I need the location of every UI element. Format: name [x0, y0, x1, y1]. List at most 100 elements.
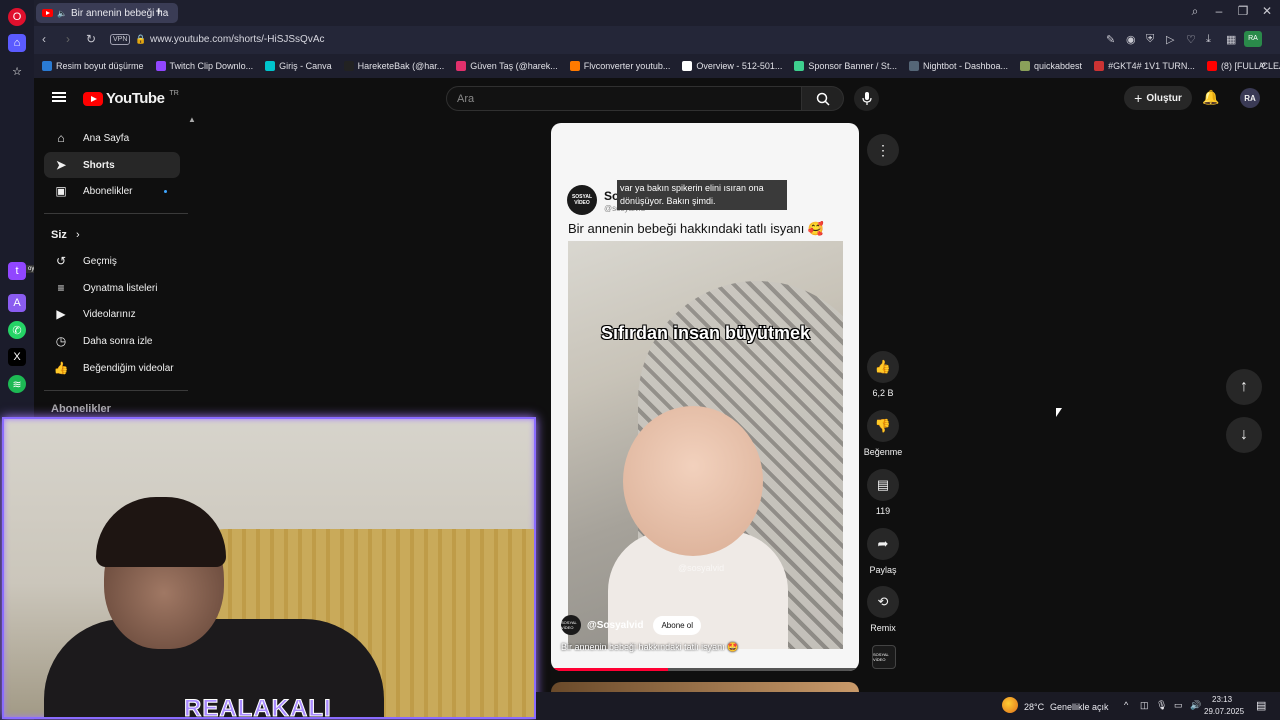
opera-logo-icon[interactable]: O [8, 8, 26, 26]
sidebar-item-liked[interactable]: 👍 Beğendiğim videolar [44, 355, 180, 381]
remix-action[interactable]: ⟲ Remix [867, 586, 899, 633]
share-action[interactable]: ➦ Paylaş [867, 528, 899, 575]
sidebar-item-label: Videolarınız [83, 308, 136, 320]
notifications-icon[interactable]: 🔔 [1202, 89, 1219, 106]
taskbar: 28°C Genellikle açık ^ ◫ 🎙 ▭ 🔊 23:13 29.… [536, 692, 1280, 720]
sidebar-item-shorts[interactable]: ➤ Shorts [44, 152, 180, 178]
share-icon[interactable]: ➦ [867, 528, 899, 560]
dislike-icon[interactable]: 👎 [867, 410, 899, 442]
twitch-icon[interactable]: t [8, 262, 26, 280]
short-player[interactable]: SOSYAL VİDEO So @sosyalvid var ya bakın … [551, 123, 859, 671]
channel-logo[interactable]: SOSYAL VİDEO [567, 185, 597, 215]
bookmark-item[interactable]: Giriş - Canva [265, 61, 332, 71]
weather-description[interactable]: Genellikle açık [1050, 702, 1109, 712]
bookmark-item[interactable]: Flvconverter youtub... [569, 61, 670, 71]
mic-tray-icon[interactable]: 🎙 [1156, 700, 1167, 711]
subscribe-button[interactable]: Abone ol [653, 615, 702, 635]
spotify-icon[interactable]: ≋ [8, 375, 26, 393]
voice-search-button[interactable] [854, 86, 879, 111]
remix-icon[interactable]: ⟲ [867, 586, 899, 618]
you-section-header[interactable]: Siz › [51, 229, 80, 241]
comment-icon[interactable]: ▤ [867, 469, 899, 501]
sidebar-item-label: Geçmiş [83, 255, 117, 267]
mute-icon[interactable]: 🔈 [57, 9, 67, 18]
extensions-icon[interactable]: ▦ [1226, 33, 1236, 46]
more-options-icon[interactable]: ⋮ [867, 134, 899, 166]
sidebar-item-history[interactable]: ↺ Geçmiş [44, 248, 180, 274]
like-icon[interactable]: 👍 [867, 351, 899, 383]
search-button[interactable] [802, 86, 844, 111]
bookmark-item[interactable]: Güven Taş (@harek... [456, 61, 558, 71]
minimize-icon[interactable]: – [1210, 4, 1228, 18]
clock-time[interactable]: 23:13 [1212, 695, 1232, 704]
bookmark-item[interactable]: #GKT4# 1V1 TURN... [1094, 61, 1195, 71]
notification-icon[interactable]: ▤ [1256, 699, 1266, 712]
lock-icon[interactable]: 🔒 [135, 34, 146, 45]
create-button[interactable]: + Oluştur [1124, 86, 1192, 110]
player-icon[interactable]: ▷ [1166, 33, 1174, 46]
tray-app-icon[interactable]: ◫ [1140, 700, 1149, 711]
vpn-badge[interactable]: VPN [110, 34, 131, 45]
network-icon[interactable]: ▭ [1174, 700, 1183, 711]
reload-icon[interactable]: ↻ [86, 32, 96, 46]
video-frame[interactable]: Sıfırdan insan büyütmek @sosyalvid [568, 241, 843, 649]
like-action[interactable]: 👍 6,2 B [867, 351, 899, 398]
bookmark-favicon-icon [456, 61, 467, 71]
comments-action[interactable]: ▤ 119 [867, 469, 899, 516]
menu-icon[interactable] [52, 92, 66, 102]
youtube-logo[interactable]: YouTube TR [83, 90, 179, 107]
sidebar-item-watch-later[interactable]: ◷ Daha sonra izle [44, 328, 180, 354]
forward-icon[interactable]: › [66, 32, 70, 46]
streamer-name: REALAKALI [184, 695, 332, 719]
new-tab-icon[interactable]: + [150, 4, 168, 18]
scroll-up-icon[interactable]: ▲ [188, 115, 196, 124]
bookmark-item[interactable]: HareketeBak (@har... [343, 61, 444, 71]
sidebar-item-playlists[interactable]: ≡ Oynatma listeleri [44, 275, 180, 301]
bookmark-item[interactable]: Resim boyut düşürme [42, 61, 144, 71]
aria-icon[interactable]: A [8, 294, 26, 312]
search-input[interactable]: Ara [446, 86, 802, 111]
shield-icon[interactable]: ⛨ [1146, 33, 1154, 46]
bookmarks-overflow-icon[interactable]: » [1260, 59, 1266, 71]
heart-icon[interactable]: ♡ [1186, 33, 1196, 46]
camera-icon[interactable]: ◉ [1126, 33, 1136, 46]
subscriptions-section-header: Abonelikler [51, 403, 111, 415]
next-short-button[interactable]: ↓ [1226, 417, 1262, 453]
bookmark-item[interactable]: (8) [FULL/CLEAN AU... [1206, 61, 1280, 71]
progress-bar[interactable] [551, 668, 859, 671]
dislike-action[interactable]: 👎 Beğenme [864, 410, 902, 457]
download-icon[interactable]: ⤓ [1206, 33, 1211, 46]
previous-short-button[interactable]: ↑ [1226, 369, 1262, 405]
star-icon[interactable]: ☆ [8, 62, 26, 80]
sidebar-item-subscriptions[interactable]: ▣ Abonelikler [44, 178, 180, 204]
volume-icon[interactable]: 🔊 [1190, 700, 1201, 711]
tray-chevron-icon[interactable]: ^ [1124, 700, 1128, 710]
bookmark-item[interactable]: Twitch Clip Downlo... [155, 61, 253, 71]
clock-date[interactable]: 29.07.2025 [1204, 707, 1244, 716]
edit-icon[interactable]: ✎ [1106, 33, 1115, 46]
player-channel-name[interactable]: @Sosyalvid [587, 620, 643, 631]
bookmark-item[interactable]: Overview - 512-501... [682, 61, 782, 71]
back-icon[interactable]: ‹ [42, 32, 46, 46]
bookmark-favicon-icon [794, 61, 805, 71]
sidebar-item-home[interactable]: ⌂ Ana Sayfa [44, 125, 180, 151]
bookmark-item[interactable]: Nightbot - Dashboa... [908, 61, 1008, 71]
close-icon[interactable]: ✕ [1258, 4, 1276, 18]
playlists-icon: ≡ [57, 281, 65, 295]
profile-icon[interactable]: RA [1244, 31, 1262, 47]
search-tabs-icon[interactable]: ⌕ [1186, 4, 1204, 19]
x-icon[interactable]: X [8, 348, 26, 366]
sound-source-avatar[interactable]: SOSYAL VİDEO [872, 645, 896, 669]
player-channel-logo[interactable]: SOSYAL VİDEO [561, 615, 581, 635]
weather-temp[interactable]: 28°C [1024, 702, 1044, 712]
bookmark-item[interactable]: Sponsor Banner / St... [794, 61, 897, 71]
avatar[interactable]: RA [1240, 88, 1260, 108]
url-field[interactable]: www.youtube.com/shorts/-HiSJSsQvAc [150, 34, 325, 45]
home-icon[interactable]: ⌂ [8, 34, 26, 52]
bookmark-favicon-icon [1020, 61, 1031, 71]
sidebar-item-your-videos[interactable]: ▶ Videolarınız [44, 301, 180, 327]
bookmark-item[interactable]: quickabdest [1020, 61, 1082, 71]
weather-icon[interactable] [1002, 697, 1018, 713]
whatsapp-icon[interactable]: ✆ [8, 321, 26, 339]
restore-icon[interactable]: ❐ [1234, 4, 1252, 18]
